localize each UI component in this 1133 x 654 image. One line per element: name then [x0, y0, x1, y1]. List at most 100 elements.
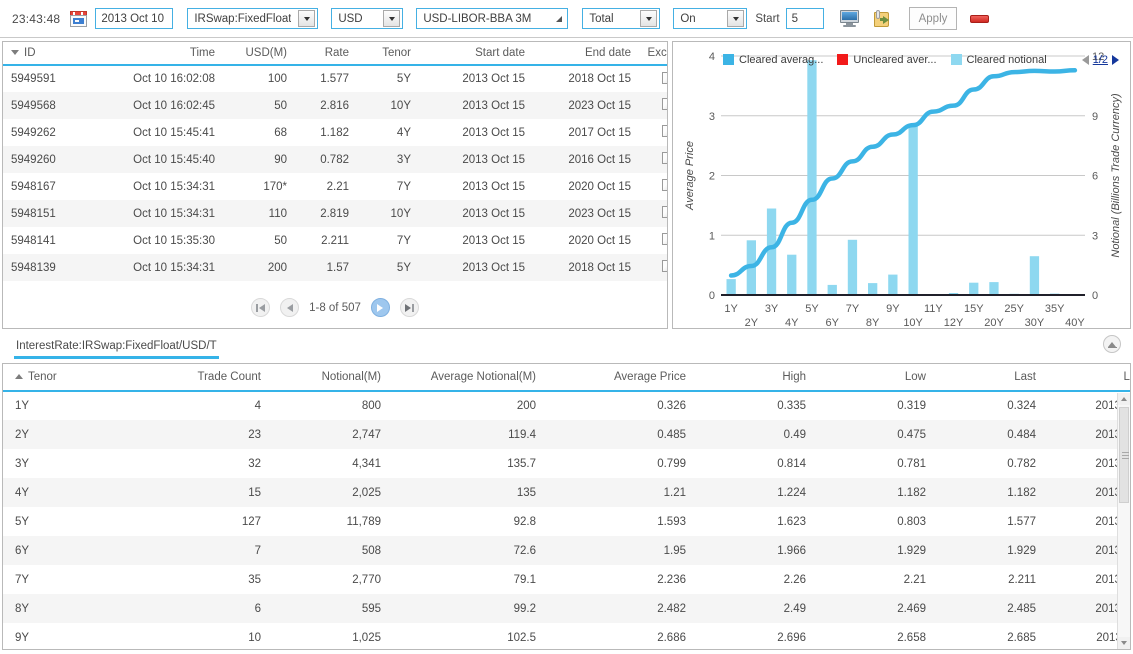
- chart-bar: [766, 208, 777, 295]
- col-header-rate[interactable]: Rate: [295, 42, 357, 66]
- next-page-button[interactable]: [370, 298, 390, 317]
- table-row[interactable]: 1Y48002000.3260.3350.3190.3242013 Oct 10…: [3, 391, 1130, 420]
- table-row[interactable]: 2Y232,747119.40.4850.490.4750.4842013 Oc…: [3, 420, 1130, 449]
- exclude-checkbox[interactable]: [662, 179, 667, 191]
- col-header-average-notional[interactable]: Average Notional(M): [393, 364, 548, 392]
- table-row[interactable]: 5948151 Oct 10 15:34:31 110 2.819 10Y 2013 Oc…: [3, 200, 667, 227]
- exclude-checkbox[interactable]: [662, 125, 667, 137]
- col-header-end-date[interactable]: End date: [533, 42, 639, 66]
- summary-scrollbar[interactable]: [1117, 393, 1130, 649]
- col-header-start-date[interactable]: Start date: [419, 42, 533, 66]
- export-icon[interactable]: [873, 9, 893, 28]
- col-header-high[interactable]: High: [698, 364, 818, 392]
- trade-end-date: 2017 Oct 15: [568, 126, 631, 139]
- table-row[interactable]: 5949568 Oct 10 16:02:45 50 2.816 10Y 2013 Oct…: [3, 92, 667, 119]
- x-axis-tick: 11Y: [924, 303, 943, 315]
- trade-end-date: 2023 Oct 15: [568, 99, 631, 112]
- exclude-checkbox[interactable]: [662, 260, 667, 272]
- col-header-exclude[interactable]: Exclude: [639, 42, 667, 66]
- exclude-checkbox[interactable]: [662, 233, 667, 245]
- legend-item-cleared-avg[interactable]: Cleared averag...: [723, 54, 823, 66]
- tenor-notional-chart: 012340369121Y2Y3Y4Y5Y6Y7Y8Y9Y10Y11Y12Y15…: [684, 51, 1122, 328]
- exclude-checkbox[interactable]: [662, 206, 667, 218]
- table-row[interactable]: 8Y659599.22.4822.492.4692.4852013 Oct 10…: [3, 594, 1130, 623]
- table-row[interactable]: 5948141 Oct 10 15:35:30 50 2.211 7Y 2013 Oct …: [3, 227, 667, 254]
- summary-high: 0.49: [783, 428, 806, 441]
- summary-average-price: 0.485: [657, 428, 686, 441]
- legend-item-uncleared-avg[interactable]: Uncleared aver...: [837, 54, 937, 66]
- resize-handle-icon[interactable]: [556, 15, 563, 22]
- trade-tenor: 7Y: [396, 234, 411, 247]
- table-row[interactable]: 4Y152,0251351.211.2241.1821.1822013 Oct …: [3, 478, 1130, 507]
- trade-grid: ID Time USD(M) Rate Tenor Start date End…: [3, 42, 667, 281]
- scroll-down-button[interactable]: [1118, 637, 1130, 649]
- col-header-tenor[interactable]: Tenor: [3, 364, 153, 392]
- chart-bar: [847, 239, 858, 295]
- trade-start-date: 2013 Oct 15: [462, 73, 525, 85]
- start-label: Start: [755, 12, 780, 25]
- table-row[interactable]: 5948139 Oct 10 15:34:31 200 1.57 5Y 2013 Oct …: [3, 254, 667, 281]
- scroll-thumb[interactable]: [1119, 407, 1129, 503]
- product-select[interactable]: IRSwap:FixedFloat: [187, 8, 319, 29]
- exclude-checkbox[interactable]: [662, 98, 667, 110]
- col-header-last[interactable]: Last: [938, 364, 1048, 392]
- x-axis-tick: 5Y: [805, 303, 819, 315]
- calendar-icon[interactable]: [70, 10, 88, 27]
- col-header-last-trade-time[interactable]: Last Trade Time: [1048, 364, 1130, 392]
- first-page-button[interactable]: [251, 298, 271, 317]
- col-header-notional[interactable]: Notional(M): [273, 364, 393, 392]
- apply-button[interactable]: Apply: [908, 7, 958, 30]
- application-root: 23:43:48 IRSwap:FixedFloat USD USD-LIBOR…: [0, 0, 1133, 654]
- tab-interest-rate-swap[interactable]: InterestRate:IRSwap:FixedFloat/USD/T: [14, 340, 219, 359]
- summary-high: 1.623: [777, 515, 806, 528]
- prev-page-button[interactable]: [280, 298, 300, 317]
- summary-trade-count: 35: [248, 573, 261, 586]
- y2-axis-tick: 3: [1092, 230, 1098, 242]
- trade-usd: 170*: [263, 180, 287, 193]
- table-row[interactable]: 7Y352,77079.12.2362.262.212.2112013 Oct …: [3, 565, 1130, 594]
- col-header-usd[interactable]: USD(M): [223, 42, 295, 66]
- trade-time: Oct 10 15:45:41: [133, 126, 215, 139]
- onoff-select[interactable]: On: [673, 8, 748, 29]
- exclude-checkbox[interactable]: [662, 71, 667, 84]
- legend-item-cleared-notional[interactable]: Cleared notional: [950, 54, 1047, 66]
- minus-icon[interactable]: [970, 14, 990, 23]
- collapse-panel-button[interactable]: [1103, 335, 1121, 353]
- chevron-down-icon[interactable]: [298, 10, 316, 27]
- col-header-trade-count[interactable]: Trade Count: [153, 364, 273, 392]
- col-header-average-price[interactable]: Average Price: [548, 364, 698, 392]
- start-input[interactable]: [785, 8, 824, 29]
- chevron-down-icon[interactable]: [640, 10, 658, 27]
- trade-id: 5949260: [11, 153, 56, 166]
- summary-tenor: 1Y: [15, 400, 30, 412]
- aggregate-select[interactable]: Total: [582, 8, 661, 29]
- summary-low: 0.319: [897, 400, 926, 412]
- x-axis-tick: 12Y: [944, 317, 964, 328]
- col-header-low[interactable]: Low: [818, 364, 938, 392]
- chevron-down-icon[interactable]: [383, 10, 401, 27]
- index-select[interactable]: USD-LIBOR-BBA 3M: [416, 8, 569, 29]
- table-row[interactable]: 9Y101,025102.52.6862.6962.6582.6852013 O…: [3, 623, 1130, 649]
- col-header-tenor[interactable]: Tenor: [357, 42, 419, 66]
- exclude-checkbox[interactable]: [662, 152, 667, 164]
- legend-prev-icon[interactable]: [1081, 54, 1089, 65]
- monitor-icon[interactable]: [839, 10, 859, 27]
- summary-trade-count: 10: [248, 631, 261, 644]
- col-header-id[interactable]: ID: [3, 42, 95, 66]
- table-row[interactable]: 6Y750872.61.951.9661.9291.9292013 Oct 10…: [3, 536, 1130, 565]
- last-page-button[interactable]: [399, 298, 419, 317]
- table-row[interactable]: 5Y 127 11,789 92.8 1.593 1.623 0.803 1.577 2013 …: [3, 507, 1130, 536]
- table-row[interactable]: 5949260 Oct 10 15:45:40 90 0.782 3Y 2013 Oct …: [3, 146, 667, 173]
- table-row[interactable]: 3Y324,341135.70.7990.8140.7810.7822013 O…: [3, 449, 1130, 478]
- table-row[interactable]: 5948167 Oct 10 15:34:31 170* 2.21 7Y 2013 Oct…: [3, 173, 667, 200]
- date-input[interactable]: [95, 8, 174, 29]
- table-row[interactable]: 5949591 Oct 10 16:02:08 100 1.577 5Y 2013 Oct…: [3, 65, 667, 92]
- trade-time: Oct 10 16:02:45: [133, 99, 215, 112]
- summary-tenor: 5Y: [15, 515, 30, 528]
- col-header-time[interactable]: Time: [95, 42, 223, 66]
- chevron-down-icon[interactable]: [727, 10, 745, 27]
- legend-next-icon[interactable]: [1112, 54, 1119, 65]
- scroll-up-button[interactable]: [1118, 393, 1130, 405]
- table-row[interactable]: 5949262 Oct 10 15:45:41 68 1.182 4Y 2013 Oct …: [3, 119, 667, 146]
- currency-select[interactable]: USD: [331, 8, 404, 29]
